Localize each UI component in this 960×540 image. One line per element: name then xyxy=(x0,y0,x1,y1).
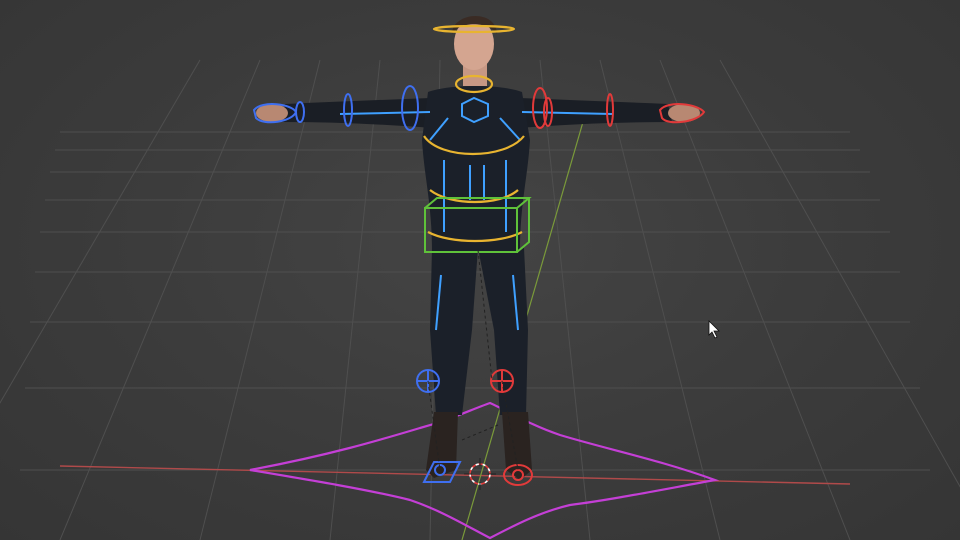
left-leg xyxy=(430,248,478,415)
mouse-pointer-icon xyxy=(708,320,720,339)
viewport-scene[interactable] xyxy=(0,0,960,540)
3d-cursor-icon[interactable] xyxy=(464,458,496,490)
left-hand xyxy=(256,104,288,122)
character-model[interactable] xyxy=(256,15,700,480)
torso xyxy=(422,86,530,250)
3d-viewport[interactable] xyxy=(0,0,960,540)
